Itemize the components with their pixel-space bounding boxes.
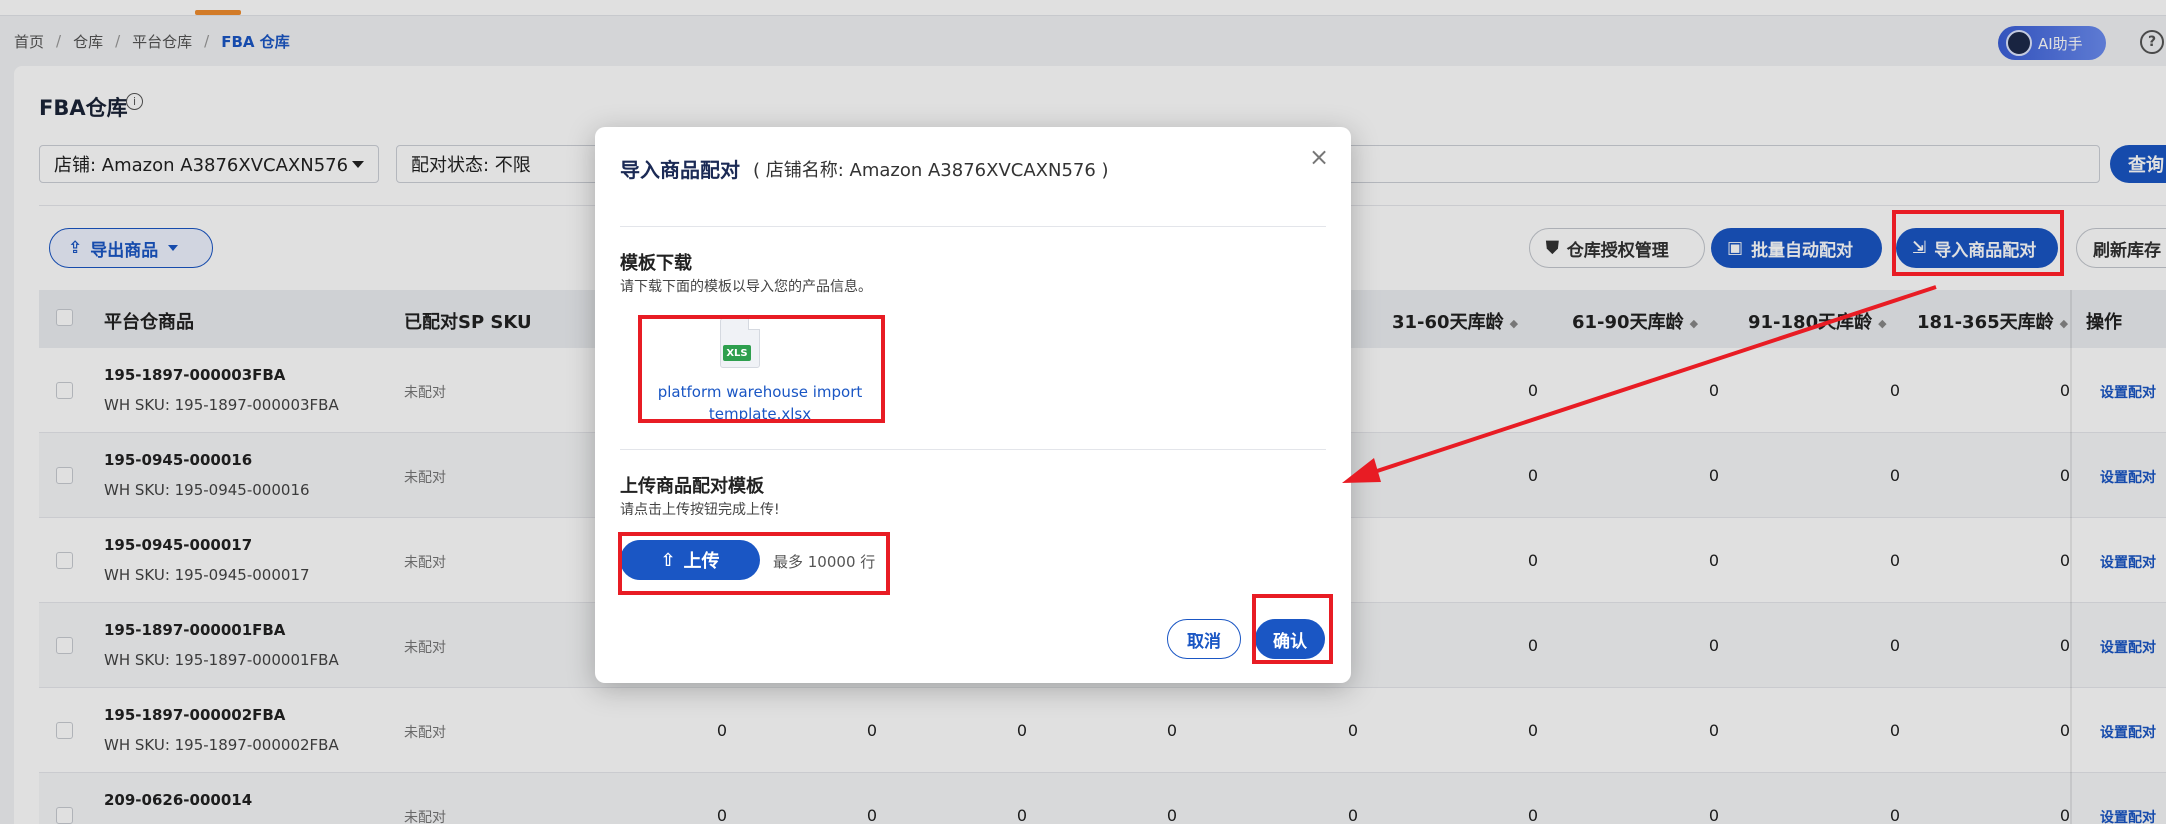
annotation-arrow (1342, 285, 1937, 483)
